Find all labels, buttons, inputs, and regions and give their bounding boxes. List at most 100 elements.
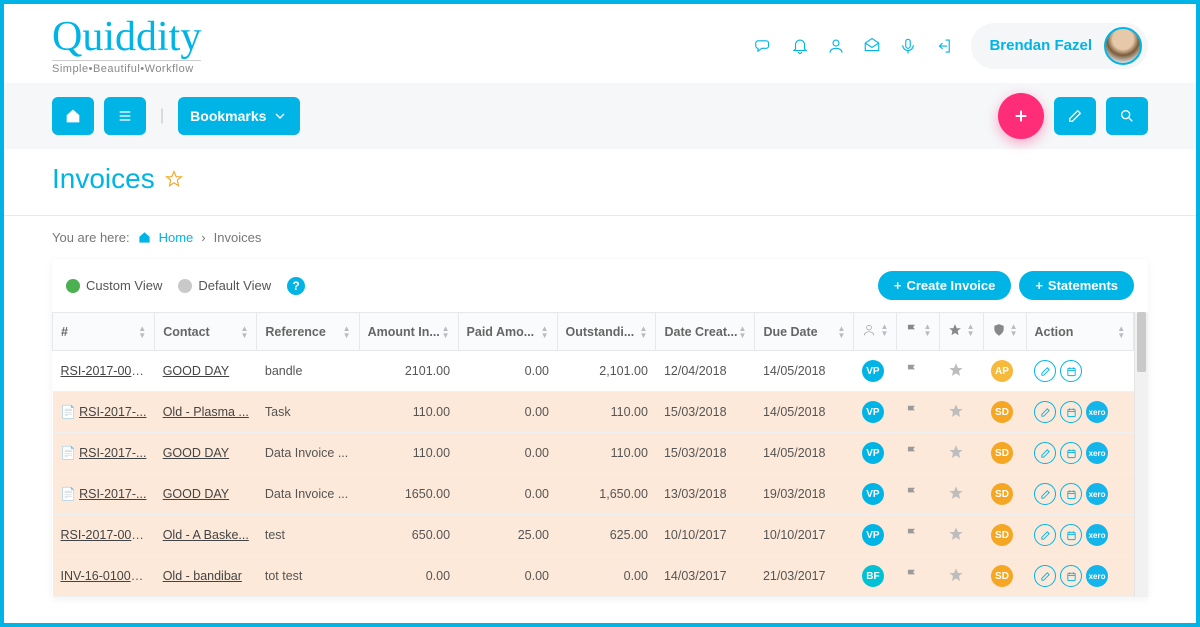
col-reference[interactable]: Reference▲▼ (257, 313, 359, 351)
mic-icon[interactable] (899, 37, 917, 55)
col-outstanding[interactable]: Outstandi...▲▼ (557, 313, 656, 351)
contact-link[interactable]: Old - Plasma ... (163, 405, 249, 419)
bell-icon[interactable] (791, 37, 809, 55)
status-badge[interactable]: SD (991, 401, 1013, 423)
xero-icon[interactable]: xero (1086, 401, 1108, 423)
add-fab[interactable] (998, 93, 1044, 139)
col-owner[interactable]: ▲▼ (854, 313, 897, 351)
cell-star[interactable] (940, 474, 983, 515)
edit-icon[interactable] (1034, 401, 1056, 423)
calendar-icon[interactable] (1060, 401, 1082, 423)
scrollbar[interactable] (1134, 312, 1148, 597)
cell-star[interactable] (940, 433, 983, 474)
owner-badge[interactable]: VP (862, 401, 884, 423)
nav-separator: | (156, 107, 168, 125)
col-flag[interactable]: ▲▼ (897, 313, 940, 351)
invoice-link[interactable]: RSI-2017-... (79, 405, 146, 419)
invoice-link[interactable]: INV-16-01003... (61, 569, 149, 583)
user-chip[interactable]: Brendan Fazel (971, 23, 1148, 69)
cell-flag[interactable] (897, 556, 940, 597)
breadcrumb-home[interactable]: Home (159, 230, 194, 245)
cell-paid: 0.00 (458, 433, 557, 474)
col-created[interactable]: Date Creat...▲▼ (656, 313, 755, 351)
col-amount[interactable]: Amount In...▲▼ (359, 313, 458, 351)
col-contact[interactable]: Contact▲▼ (155, 313, 257, 351)
cell-amount: 0.00 (359, 556, 458, 597)
flag-icon (905, 323, 919, 337)
status-badge[interactable]: AP (991, 360, 1013, 382)
xero-icon[interactable]: xero (1086, 442, 1108, 464)
person-icon[interactable] (827, 37, 845, 55)
cell-action: xero (1026, 474, 1134, 515)
calendar-icon[interactable] (1060, 442, 1082, 464)
xero-icon[interactable]: xero (1086, 483, 1108, 505)
cell-flag[interactable] (897, 433, 940, 474)
xero-icon[interactable]: xero (1086, 524, 1108, 546)
contact-link[interactable]: GOOD DAY (163, 487, 229, 501)
calendar-icon[interactable] (1060, 565, 1082, 587)
col-paid[interactable]: Paid Amo...▲▼ (458, 313, 557, 351)
contact-link[interactable]: Old - A Baske... (163, 528, 249, 542)
search-button[interactable] (1106, 97, 1148, 135)
chat-icon[interactable] (755, 37, 773, 55)
cell-star[interactable] (940, 392, 983, 433)
invoice-link[interactable]: RSI-2017-... (79, 446, 146, 460)
cell-star[interactable] (940, 515, 983, 556)
edit-icon[interactable] (1034, 565, 1056, 587)
cell-flag[interactable] (897, 474, 940, 515)
owner-badge[interactable]: VP (862, 524, 884, 546)
custom-view-toggle[interactable]: Custom View (66, 278, 162, 294)
cell-flag[interactable] (897, 392, 940, 433)
calendar-icon[interactable] (1060, 483, 1082, 505)
xero-icon[interactable]: xero (1086, 565, 1108, 587)
cell-flag[interactable] (897, 351, 940, 392)
owner-badge[interactable]: VP (862, 483, 884, 505)
calendar-icon[interactable] (1060, 524, 1082, 546)
invoice-link[interactable]: RSI-2017-... (79, 487, 146, 501)
cell-flag[interactable] (897, 515, 940, 556)
status-badge[interactable]: SD (991, 524, 1013, 546)
edit-icon[interactable] (1034, 442, 1056, 464)
home-button[interactable] (52, 97, 94, 135)
bookmarks-button[interactable]: Bookmarks (178, 97, 300, 135)
col-star[interactable]: ▲▼ (940, 313, 983, 351)
owner-badge[interactable]: VP (862, 360, 884, 382)
status-badge[interactable]: SD (991, 483, 1013, 505)
cell-star[interactable] (940, 556, 983, 597)
edit-icon[interactable] (1034, 483, 1056, 505)
contact-link[interactable]: GOOD DAY (163, 446, 229, 460)
col-action[interactable]: Action▲▼ (1026, 313, 1134, 351)
favorite-icon[interactable] (165, 170, 183, 188)
col-due[interactable]: Due Date▲▼ (755, 313, 854, 351)
brand-tagline: Simple•Beautiful•Workflow (52, 60, 201, 75)
cell-number: 📄RSI-2017-... (53, 392, 155, 433)
brand-name: Quiddity (52, 16, 201, 58)
col-number[interactable]: #▲▼ (53, 313, 155, 351)
contact-link[interactable]: GOOD DAY (163, 364, 229, 378)
default-view-toggle[interactable]: Default View (178, 278, 271, 294)
edit-icon[interactable] (1034, 524, 1056, 546)
mail-icon[interactable] (863, 37, 881, 55)
edit-button[interactable] (1054, 97, 1096, 135)
edit-icon[interactable] (1034, 360, 1056, 382)
menu-button[interactable] (104, 97, 146, 135)
chevron-down-icon (272, 108, 288, 124)
col-status[interactable]: ▲▼ (983, 313, 1026, 351)
cell-reference: tot test (257, 556, 359, 597)
cell-star[interactable] (940, 351, 983, 392)
create-invoice-button[interactable]: +Create Invoice (878, 271, 1011, 300)
table-row: 📄RSI-2017-...GOOD DAYData Invoice ...110… (53, 433, 1134, 474)
statements-button[interactable]: +Statements (1019, 271, 1134, 300)
invoice-link[interactable]: RSI-2017-000... (61, 528, 149, 542)
cell-created: 10/10/2017 (656, 515, 755, 556)
owner-badge[interactable]: VP (862, 442, 884, 464)
help-icon[interactable]: ? (287, 277, 305, 295)
status-badge[interactable]: SD (991, 442, 1013, 464)
status-badge[interactable]: SD (991, 565, 1013, 587)
calendar-icon[interactable] (1060, 360, 1082, 382)
star-icon (948, 567, 964, 583)
logout-icon[interactable] (935, 37, 953, 55)
owner-badge[interactable]: BF (862, 565, 884, 587)
invoice-link[interactable]: RSI-2017-000... (61, 364, 149, 378)
contact-link[interactable]: Old - bandibar (163, 569, 242, 583)
